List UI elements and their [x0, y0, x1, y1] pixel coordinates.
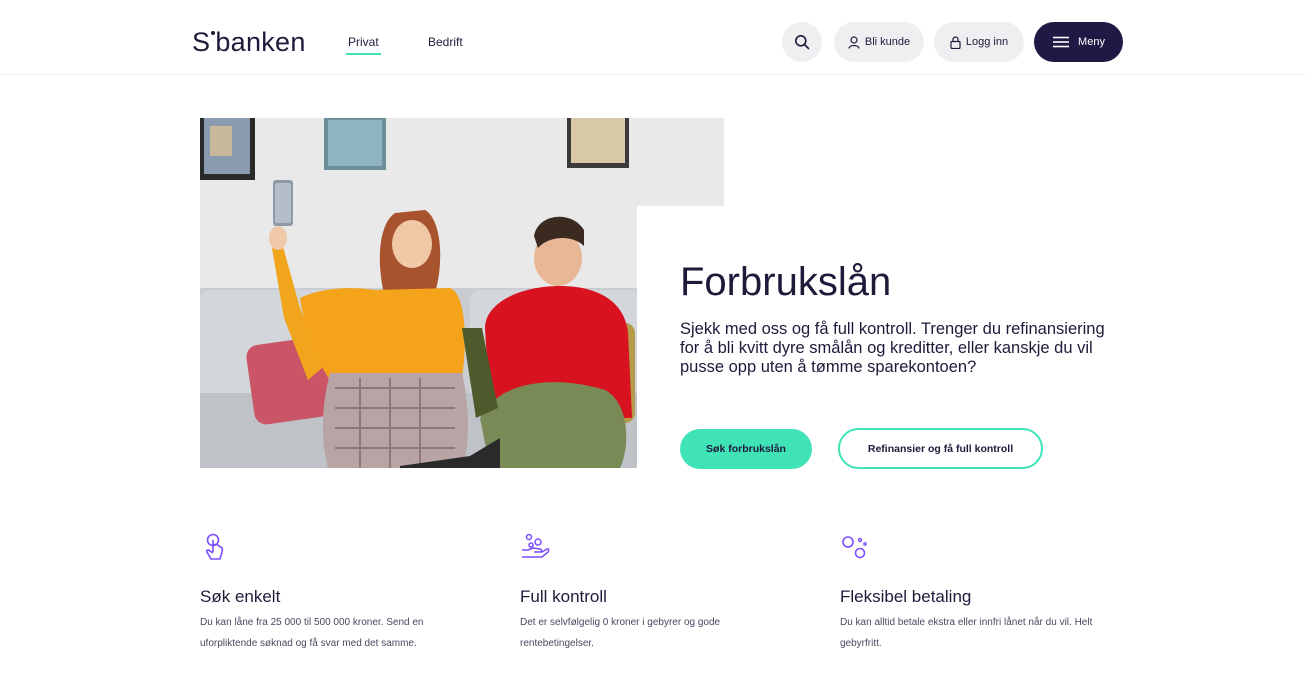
feature-sok-enkelt: Søk enkelt Du kan låne fra 25 000 til 50… [200, 532, 480, 654]
hero-description: Sjekk med oss og få full kontroll. Treng… [680, 320, 1105, 376]
site-header: Sbanken Privat Bedrift Bli kunde Logg in… [0, 0, 1306, 75]
sok-forbrukslan-button[interactable]: Søk forbrukslån [680, 429, 812, 469]
meny-label: Meny [1078, 36, 1105, 48]
circles-icon [842, 536, 867, 559]
feature-text: Du kan alltid betale ekstra eller innfri… [840, 617, 1093, 649]
sbanken-logo[interactable]: Sbanken [192, 26, 306, 58]
search-button[interactable] [782, 22, 822, 62]
hamburger-icon [1053, 36, 1070, 48]
logo-letter: S [192, 27, 211, 57]
logg-inn-button[interactable]: Logg inn [934, 22, 1024, 62]
refinansier-button[interactable]: Refinansier og få full kontroll [838, 428, 1043, 469]
feature-title: Full kontroll [520, 587, 607, 606]
feature-fleksibel-betaling: Fleksibel betaling Du kan alltid betale … [840, 532, 1120, 654]
bli-kunde-button[interactable]: Bli kunde [834, 22, 924, 62]
feature-full-kontroll: Full kontroll Det er selvfølgelig 0 kron… [520, 532, 800, 654]
feature-title: Søk enkelt [200, 587, 281, 606]
lock-icon [950, 35, 961, 49]
logo-text: banken [215, 27, 306, 57]
meny-button[interactable]: Meny [1034, 22, 1123, 62]
feature-text: Du kan låne fra 25 000 til 500 000 krone… [200, 617, 424, 649]
nav-bedrift[interactable]: Bedrift [428, 34, 463, 50]
page-title: Forbrukslån [680, 260, 892, 304]
nav-privat[interactable]: Privat [346, 34, 381, 55]
bli-kunde-label: Bli kunde [864, 36, 911, 48]
feature-text: Det er selvfølgelig 0 kroner i gebyrer o… [520, 617, 721, 649]
logg-inn-label: Logg inn [965, 36, 1009, 48]
search-icon [795, 35, 810, 50]
user-icon [848, 35, 860, 49]
touch-icon [205, 533, 224, 560]
feature-title: Fleksibel betaling [840, 587, 972, 606]
hand-coins-icon [522, 533, 550, 558]
